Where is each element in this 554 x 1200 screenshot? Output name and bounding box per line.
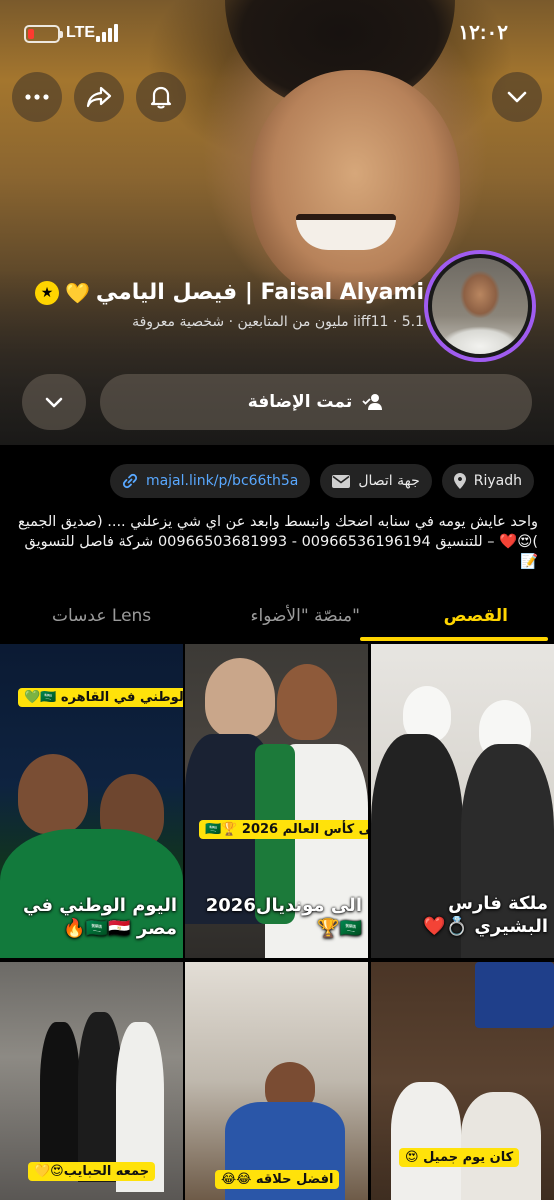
profile-meta: iiff11 · 5.1 مليون من المتابعين · شخصية …	[132, 314, 424, 330]
story-caption: اليوم الوطني في مصر 🇸🇦🇪🇬🔥	[22, 895, 177, 939]
yellow-heart-icon: 💛	[64, 280, 90, 305]
battery-icon	[24, 25, 63, 43]
link-icon	[122, 473, 138, 489]
story-tag: اليوم الوطني في القاهره 🇸🇦💚	[18, 688, 183, 707]
notification-button[interactable]	[136, 72, 186, 122]
share-button[interactable]	[74, 72, 124, 122]
contact-chip[interactable]: جهة اتصال	[320, 464, 432, 498]
story-tile[interactable]: ملكة فارس البشيري 💍❤️	[371, 644, 554, 958]
tab-stories[interactable]: القصص	[444, 606, 508, 626]
collapse-button[interactable]	[492, 72, 542, 122]
link-chip[interactable]: majal.link/p/bc66th5a	[109, 464, 311, 498]
chevron-down-icon	[507, 91, 527, 103]
chevron-down-icon	[45, 397, 63, 407]
location-label: Riyadh	[473, 473, 522, 489]
story-caption: الى مونديال2026 🇸🇦🏆	[205, 895, 362, 939]
more-options-button[interactable]	[22, 374, 86, 430]
tab-spotlight[interactable]: منصّة "الأضواء"	[251, 606, 361, 626]
story-tile[interactable]: اليوم الوطني في القاهره 🇸🇦💚 اليوم الوطني…	[0, 644, 183, 958]
clock: ١٢:٠٢	[458, 22, 508, 44]
story-tile[interactable]: افضل حلاقه 😂😂	[185, 962, 368, 1200]
profile-name-row: ★ 💛 فيصل اليامي | Faisal Alyami	[34, 280, 424, 305]
location-chip[interactable]: Riyadh	[441, 464, 534, 498]
bell-icon	[150, 86, 172, 109]
story-tile[interactable]: جمعه الحبايب😍💛	[0, 962, 183, 1200]
story-tile[interactable]: كان يوم جميل 😍	[371, 962, 554, 1200]
more-icon	[25, 94, 49, 100]
link-label: majal.link/p/bc66th5a	[145, 473, 299, 489]
mail-icon	[332, 474, 351, 488]
more-button[interactable]	[12, 72, 62, 122]
profile-chips: Riyadh جهة اتصال majal.link/p/bc66th5a	[109, 464, 534, 498]
profile-name: فيصل اليامي | Faisal Alyami	[95, 280, 424, 305]
profile-bio: واحد عايش يومه في سنابه اضحك وانبسط وابع…	[18, 514, 538, 570]
status-bar: LTE ١٢:٠٢	[0, 18, 554, 48]
avatar[interactable]	[424, 250, 536, 362]
contact-label: جهة اتصال	[358, 473, 420, 489]
tab-lenses[interactable]: عدسات Lens	[52, 606, 151, 626]
added-label: تمت الإضافة	[247, 392, 353, 412]
active-tab-indicator	[360, 637, 548, 641]
network-label: LTE	[66, 24, 96, 41]
location-pin-icon	[453, 473, 466, 489]
person-check-icon	[362, 394, 383, 410]
story-tag: الى كأس العالم 2026 🏆🇸🇦	[199, 820, 368, 839]
story-caption: ملكة فارس البشيري 💍❤️	[423, 893, 548, 937]
share-icon	[86, 86, 112, 108]
story-tag: افضل حلاقه 😂😂	[215, 1170, 340, 1189]
story-tag: كان يوم جميل 😍	[399, 1148, 520, 1167]
story-tag: جمعه الحبايب😍💛	[28, 1162, 156, 1181]
added-friend-button[interactable]: تمت الإضافة	[100, 374, 532, 430]
profile-tabs: القصص منصّة "الأضواء" عدسات Lens	[0, 600, 554, 642]
story-tile[interactable]: الى كأس العالم 2026 🏆🇸🇦 الى مونديال2026 …	[185, 644, 368, 958]
signal-icon	[96, 24, 118, 42]
star-badge-icon: ★	[34, 280, 59, 305]
